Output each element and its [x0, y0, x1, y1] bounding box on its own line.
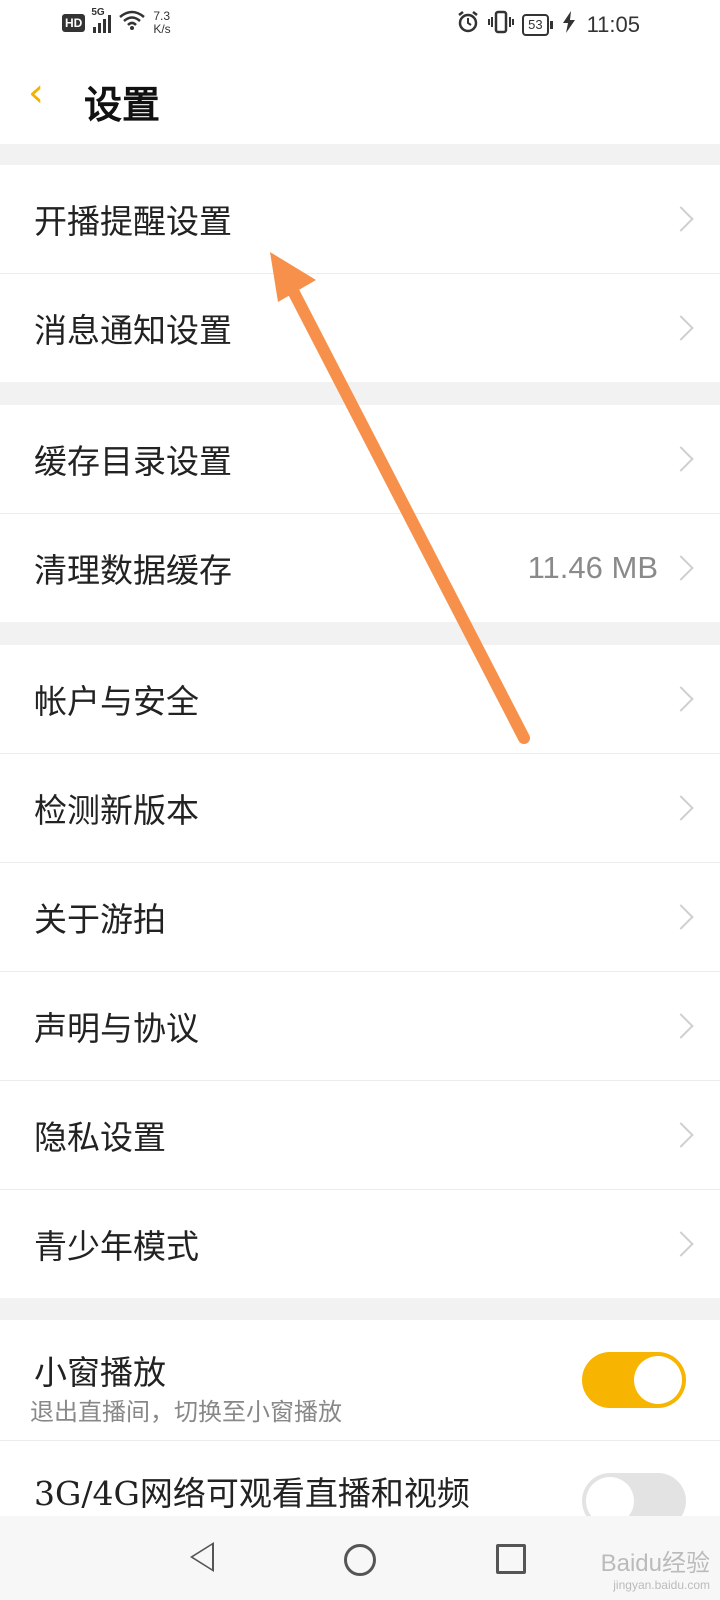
chevron-right-icon	[668, 686, 694, 712]
nav-recents-icon[interactable]	[496, 1544, 526, 1574]
page-title: 设置	[84, 82, 161, 127]
watermark-brand: Baidu经验	[600, 1550, 710, 1577]
wifi-icon	[119, 10, 146, 36]
settings-item-mini-window: 小窗播放 退出直播间，切换至小窗播放	[0, 1320, 720, 1441]
status-bar: HD 5G 7.3 K/s 53 11:05	[0, 0, 720, 48]
settings-item-label: 帐户与安全	[34, 682, 199, 721]
toggle-knob	[634, 1356, 682, 1404]
settings-item-label: 隐私设置	[34, 1118, 166, 1157]
signal-label: 5G	[91, 7, 105, 18]
settings-group-notifications: 开播提醒设置 消息通知设置	[0, 165, 720, 382]
settings-group-cache: 缓存目录设置 清理数据缓存 11.46 MB	[0, 405, 720, 622]
net-speed-value: 7.3	[153, 9, 171, 23]
settings-item-label: 检测新版本	[34, 791, 199, 830]
settings-item-label: 关于游拍	[34, 900, 166, 939]
settings-item-account-security[interactable]: 帐户与安全	[0, 645, 720, 754]
settings-item-description: 退出直播间，切换至小窗播放	[30, 1398, 342, 1426]
charging-icon	[562, 11, 575, 39]
chevron-right-icon	[668, 446, 694, 472]
signal-icon: 5G	[91, 7, 112, 33]
settings-item-live-reminder[interactable]: 开播提醒设置	[0, 165, 720, 274]
watermark: Baidu经验 jingyan.baidu.com	[601, 1543, 710, 1592]
settings-item-privacy[interactable]: 隐私设置	[0, 1081, 720, 1190]
settings-item-check-update[interactable]: 检测新版本	[0, 754, 720, 863]
settings-item-label: 消息通知设置	[34, 311, 232, 350]
settings-item-label: 小窗播放	[34, 1353, 166, 1392]
battery-icon: 53	[522, 14, 554, 36]
chevron-right-icon	[668, 795, 694, 821]
chevron-right-icon	[668, 555, 694, 581]
settings-item-mobile-network: 3G/4G网络可观看直播和视频	[0, 1441, 720, 1520]
nav-home-icon[interactable]	[344, 1544, 376, 1576]
settings-item-label: 开播提醒设置	[34, 202, 232, 241]
back-button[interactable]: ‹	[28, 70, 44, 116]
clock: 11:05	[586, 12, 640, 37]
cache-size-value: 11.46 MB	[527, 550, 658, 585]
settings-item-cache-directory[interactable]: 缓存目录设置	[0, 405, 720, 514]
settings-item-label: 清理数据缓存	[34, 551, 232, 590]
net-speed: 7.3 K/s	[153, 10, 170, 36]
settings-group-general: 帐户与安全 检测新版本 关于游拍 声明与协议 隐私设置 青少年模式	[0, 645, 720, 1298]
settings-item-message-notification[interactable]: 消息通知设置	[0, 274, 720, 382]
system-navigation-bar: Baidu经验 jingyan.baidu.com	[0, 1516, 720, 1600]
watermark-url: jingyan.baidu.com	[613, 1578, 710, 1592]
vibrate-icon	[488, 10, 515, 40]
settings-item-label: 缓存目录设置	[34, 442, 232, 481]
mini-window-toggle[interactable]	[582, 1352, 686, 1408]
net-speed-unit: K/s	[153, 22, 171, 36]
settings-item-statement-agreement[interactable]: 声明与协议	[0, 972, 720, 1081]
chevron-right-icon	[668, 1122, 694, 1148]
chevron-right-icon	[668, 904, 694, 930]
settings-group-playback: 小窗播放 退出直播间，切换至小窗播放 3G/4G网络可观看直播和视频	[0, 1320, 720, 1520]
chevron-right-icon	[668, 315, 694, 341]
chevron-right-icon	[668, 1013, 694, 1039]
mobile-network-toggle[interactable]	[582, 1473, 686, 1520]
settings-item-label: 3G/4G网络可观看直播和视频	[34, 1474, 470, 1513]
toggle-knob	[586, 1477, 634, 1520]
top-app-bar: ‹ 设置	[0, 48, 720, 144]
hd-badge: HD	[62, 14, 86, 32]
settings-item-label: 青少年模式	[34, 1227, 199, 1266]
settings-item-about[interactable]: 关于游拍	[0, 863, 720, 972]
chevron-right-icon	[668, 206, 694, 232]
settings-item-teen-mode[interactable]: 青少年模式	[0, 1190, 720, 1298]
settings-item-clear-cache[interactable]: 清理数据缓存 11.46 MB	[0, 514, 720, 622]
nav-back-icon[interactable]	[190, 1542, 214, 1572]
alarm-icon	[456, 10, 480, 40]
settings-item-label: 声明与协议	[34, 1009, 199, 1048]
chevron-right-icon	[668, 1231, 694, 1257]
